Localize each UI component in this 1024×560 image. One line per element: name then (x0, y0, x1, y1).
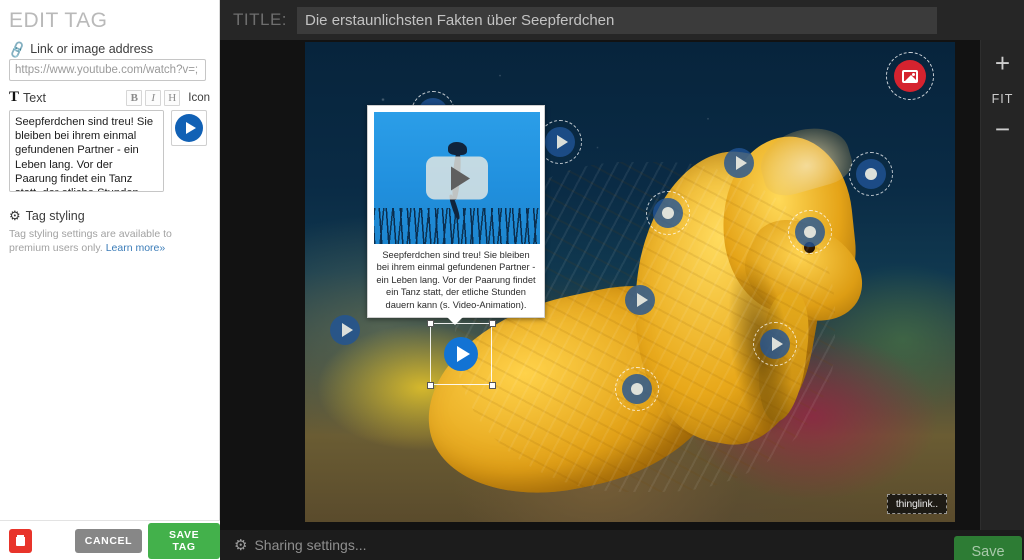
tag-marker-dot[interactable] (615, 367, 659, 411)
title-input[interactable] (297, 6, 938, 34)
tag-styling-note: Tag styling settings are available to pr… (0, 226, 219, 255)
editor-area: TITLE: Die erstaunlichsten Fakten über S… (220, 0, 1024, 560)
save-button[interactable]: Save (954, 536, 1022, 560)
icon-picker-label: Icon (188, 91, 210, 104)
delete-tag-button[interactable] (9, 528, 32, 553)
zoom-controls: + FIT − (980, 40, 1024, 530)
tag-marker-play[interactable] (724, 148, 754, 178)
video-thumbnail[interactable] (374, 112, 540, 244)
save-tag-button[interactable]: SAVE TAG (148, 522, 220, 559)
edit-tag-sidebar: EDIT TAG 🔗 Link or image address T Text … (0, 0, 220, 560)
gear-icon: ⚙ (234, 537, 248, 554)
italic-button[interactable]: I (145, 89, 162, 106)
icon-picker-button[interactable] (171, 110, 207, 146)
trash-icon (15, 535, 25, 546)
zoom-in-button[interactable]: + (981, 48, 1024, 78)
thinglink-editor-app: EDIT TAG 🔗 Link or image address T Text … (0, 0, 1024, 560)
link-icon: 🔗 (6, 39, 28, 59)
zoom-fit-button[interactable]: FIT (981, 92, 1024, 106)
tag-marker-image[interactable] (886, 52, 934, 100)
resize-handle-sw[interactable] (427, 382, 434, 389)
sharing-settings-button[interactable]: ⚙ Sharing settings... (234, 536, 367, 554)
tooltip-caption: Seepferdchen sind treu! Sie bleiben bei … (376, 250, 536, 310)
link-field-label-text: Link or image address (30, 42, 154, 56)
tag-marker-dot[interactable] (788, 210, 832, 254)
resize-handle-ne[interactable] (489, 320, 496, 327)
resize-handle-se[interactable] (489, 382, 496, 389)
tagged-image[interactable]: Seepferdchen sind treu! Sie bleiben bei … (305, 42, 955, 522)
sharing-settings-label: Sharing settings... (254, 537, 367, 553)
tag-marker-play[interactable] (538, 120, 582, 164)
format-buttons: B I H (126, 89, 181, 106)
tag-marker-dot[interactable] (646, 191, 690, 235)
text-area-row (0, 108, 219, 192)
sidebar-footer: CANCEL SAVE TAG (0, 520, 220, 560)
tag-marker-play[interactable] (330, 315, 360, 345)
text-field-label: T Text (9, 89, 46, 106)
tag-styling-title: Tag styling (25, 209, 85, 223)
tag-styling-header: ⚙ Tag styling (0, 192, 219, 226)
learn-more-link[interactable]: Learn more» (106, 242, 166, 254)
text-icon: T (9, 89, 20, 105)
title-bar: TITLE: (220, 0, 1024, 40)
tag-marker-play[interactable] (625, 285, 655, 315)
tag-marker-play[interactable] (753, 322, 797, 366)
youtube-play-icon[interactable] (426, 156, 488, 200)
text-field-label-text: Text (23, 90, 46, 105)
heading-button[interactable]: H (164, 89, 181, 106)
link-address-input[interactable] (9, 59, 206, 81)
gear-icon: ⚙ (9, 208, 21, 223)
link-field-label: 🔗 Link or image address (0, 33, 219, 59)
text-field-header: T Text B I H Icon (0, 81, 219, 108)
tag-tooltip-card[interactable]: Seepferdchen sind treu! Sie bleiben bei … (367, 105, 545, 326)
bottom-bar: ⚙ Sharing settings... Save (220, 530, 1024, 560)
image-canvas[interactable]: Seepferdchen sind treu! Sie bleiben bei … (220, 40, 1024, 530)
tag-text-input[interactable] (9, 110, 164, 192)
zoom-out-button[interactable]: − (981, 116, 1024, 142)
tag-marker-dot[interactable] (849, 152, 893, 196)
bold-button[interactable]: B (126, 89, 143, 106)
tag-marker-selected[interactable] (444, 337, 478, 371)
picture-icon (902, 69, 918, 83)
panel-title: EDIT TAG (9, 9, 108, 32)
thinglink-watermark: thinglink.. (886, 494, 947, 514)
cancel-button[interactable]: CANCEL (74, 528, 143, 553)
title-label: TITLE: (233, 10, 288, 29)
resize-handle-nw[interactable] (427, 320, 434, 327)
play-circle-icon (175, 114, 203, 142)
